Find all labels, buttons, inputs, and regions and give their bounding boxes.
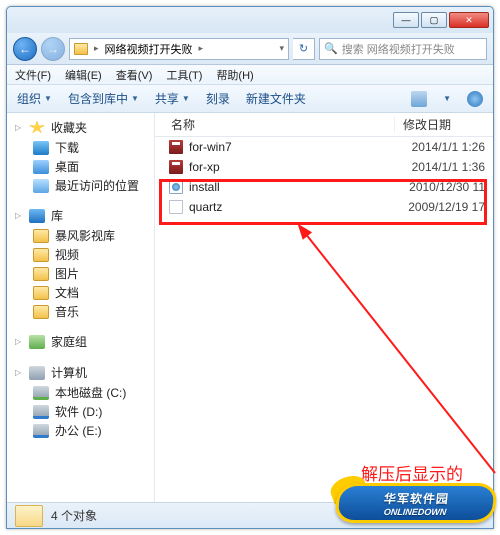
menu-tools[interactable]: 工具(T) <box>166 67 202 83</box>
burn-button[interactable]: 刻录 <box>206 90 230 107</box>
folder-icon <box>33 229 49 243</box>
sidebar-libraries-header[interactable]: ▷库 <box>7 205 154 226</box>
file-date: 2014/1/1 1:26 <box>395 140 493 154</box>
menu-bar: 文件(F) 编辑(E) 查看(V) 工具(T) 帮助(H) <box>7 65 493 85</box>
breadcrumb[interactable]: ▸ 网络视频打开失败 ▸ ▾ <box>69 38 289 60</box>
file-name: quartz <box>189 200 222 214</box>
picture-icon <box>33 267 49 281</box>
sidebar-item-downloads[interactable]: 下载 <box>7 138 154 157</box>
forward-button[interactable]: → <box>41 37 65 61</box>
menu-view[interactable]: 查看(V) <box>116 67 153 83</box>
search-input[interactable]: 🔍 搜索 网络视频打开失败 <box>319 38 487 60</box>
expand-icon: ▷ <box>15 337 23 346</box>
breadcrumb-sep-icon: ▸ <box>94 43 99 54</box>
menu-help[interactable]: 帮助(H) <box>216 67 253 83</box>
sidebar-item-drive-e[interactable]: 办公 (E:) <box>7 421 154 440</box>
sidebar-homegroup-header[interactable]: ▷家庭组 <box>7 331 154 352</box>
sidebar-item-recent[interactable]: 最近访问的位置 <box>7 176 154 195</box>
refresh-button[interactable]: ↻ <box>293 38 315 60</box>
file-row[interactable]: quartz 2009/12/19 17 <box>155 197 493 217</box>
installer-icon <box>169 180 183 194</box>
sidebar-computer-header[interactable]: ▷计算机 <box>7 362 154 383</box>
explorer-window: — ▢ ✕ ← → ▸ 网络视频打开失败 ▸ ▾ ↻ 🔍 搜索 网络视频打开失败… <box>6 6 494 529</box>
watermark-logo: 华军软件园 ONLINEDOWN <box>336 477 496 527</box>
search-placeholder: 搜索 网络视频打开失败 <box>342 41 455 57</box>
chevron-down-icon: ▼ <box>44 94 52 103</box>
menu-file[interactable]: 文件(F) <box>15 67 51 83</box>
column-date[interactable]: 修改日期 <box>395 116 493 133</box>
breadcrumb-dropdown-icon[interactable]: ▾ <box>279 43 284 54</box>
file-date: 2014/1/1 1:36 <box>395 160 493 174</box>
file-list-pane: 名称 修改日期 for-win7 2014/1/1 1:26 for-xp 20… <box>155 113 493 502</box>
file-date: 2010/12/30 11 <box>395 180 493 194</box>
file-name: for-xp <box>189 160 220 174</box>
download-icon <box>33 141 49 155</box>
library-icon <box>29 209 45 223</box>
file-name: install <box>189 180 220 194</box>
drive-icon <box>33 424 49 438</box>
maximize-button[interactable]: ▢ <box>421 12 447 28</box>
archive-icon <box>169 140 183 154</box>
sidebar-item-music[interactable]: 音乐 <box>7 302 154 321</box>
expand-icon: ▷ <box>15 211 23 220</box>
column-name[interactable]: 名称 <box>155 116 395 133</box>
dll-icon <box>169 200 183 214</box>
expand-icon: ▷ <box>15 123 23 132</box>
navigation-pane: ▷收藏夹 下载 桌面 最近访问的位置 ▷库 暴风影视库 视频 图片 文档 音乐 … <box>7 113 155 502</box>
expand-icon: ▷ <box>15 368 23 377</box>
menu-edit[interactable]: 编辑(E) <box>65 67 102 83</box>
titlebar: — ▢ ✕ <box>7 7 493 33</box>
share-button[interactable]: 共享▼ <box>155 90 190 107</box>
document-icon <box>33 286 49 300</box>
breadcrumb-label: 网络视频打开失败 <box>105 41 193 57</box>
address-bar: ← → ▸ 网络视频打开失败 ▸ ▾ ↻ 🔍 搜索 网络视频打开失败 <box>7 33 493 65</box>
logo-text-cn: 华军软件园 <box>383 490 450 507</box>
annotation-arrow <box>295 223 500 493</box>
folder-icon <box>74 43 88 55</box>
toolbar: 组织▼ 包含到库中▼ 共享▼ 刻录 新建文件夹 ▼ <box>7 85 493 113</box>
back-button[interactable]: ← <box>13 37 37 61</box>
status-count: 4 个对象 <box>51 507 97 524</box>
sidebar-item-drive-c[interactable]: 本地磁盘 (C:) <box>7 383 154 402</box>
sidebar-favorites-header[interactable]: ▷收藏夹 <box>7 117 154 138</box>
breadcrumb-sep-icon: ▸ <box>199 43 204 54</box>
chevron-down-icon[interactable]: ▼ <box>443 94 451 103</box>
file-row[interactable]: for-win7 2014/1/1 1:26 <box>155 137 493 157</box>
music-icon <box>33 305 49 319</box>
sidebar-item-videos[interactable]: 视频 <box>7 245 154 264</box>
file-name: for-win7 <box>189 140 232 154</box>
archive-icon <box>169 160 183 174</box>
include-library-button[interactable]: 包含到库中▼ <box>68 90 139 107</box>
search-icon: 🔍 <box>324 42 338 55</box>
video-icon <box>33 248 49 262</box>
chevron-down-icon: ▼ <box>131 94 139 103</box>
close-button[interactable]: ✕ <box>449 12 489 28</box>
new-folder-button[interactable]: 新建文件夹 <box>246 90 306 107</box>
help-icon[interactable] <box>467 91 483 107</box>
sidebar-item-drive-d[interactable]: 软件 (D:) <box>7 402 154 421</box>
folder-icon <box>15 505 43 527</box>
file-row[interactable]: install 2010/12/30 11 <box>155 177 493 197</box>
sidebar-item-storm[interactable]: 暴风影视库 <box>7 226 154 245</box>
sidebar-item-pictures[interactable]: 图片 <box>7 264 154 283</box>
view-options-icon[interactable] <box>411 91 427 107</box>
chevron-down-icon: ▼ <box>182 94 190 103</box>
computer-icon <box>29 366 45 380</box>
logo-text-en: ONLINEDOWN <box>383 507 447 517</box>
column-headers: 名称 修改日期 <box>155 113 493 137</box>
sidebar-item-documents[interactable]: 文档 <box>7 283 154 302</box>
drive-icon <box>33 386 49 400</box>
desktop-icon <box>33 160 49 174</box>
recent-icon <box>33 179 49 193</box>
homegroup-icon <box>29 335 45 349</box>
file-date: 2009/12/19 17 <box>395 200 493 214</box>
sidebar-item-desktop[interactable]: 桌面 <box>7 157 154 176</box>
file-row[interactable]: for-xp 2014/1/1 1:36 <box>155 157 493 177</box>
drive-icon <box>33 405 49 419</box>
star-icon <box>29 121 45 135</box>
minimize-button[interactable]: — <box>393 12 419 28</box>
organize-button[interactable]: 组织▼ <box>17 90 52 107</box>
